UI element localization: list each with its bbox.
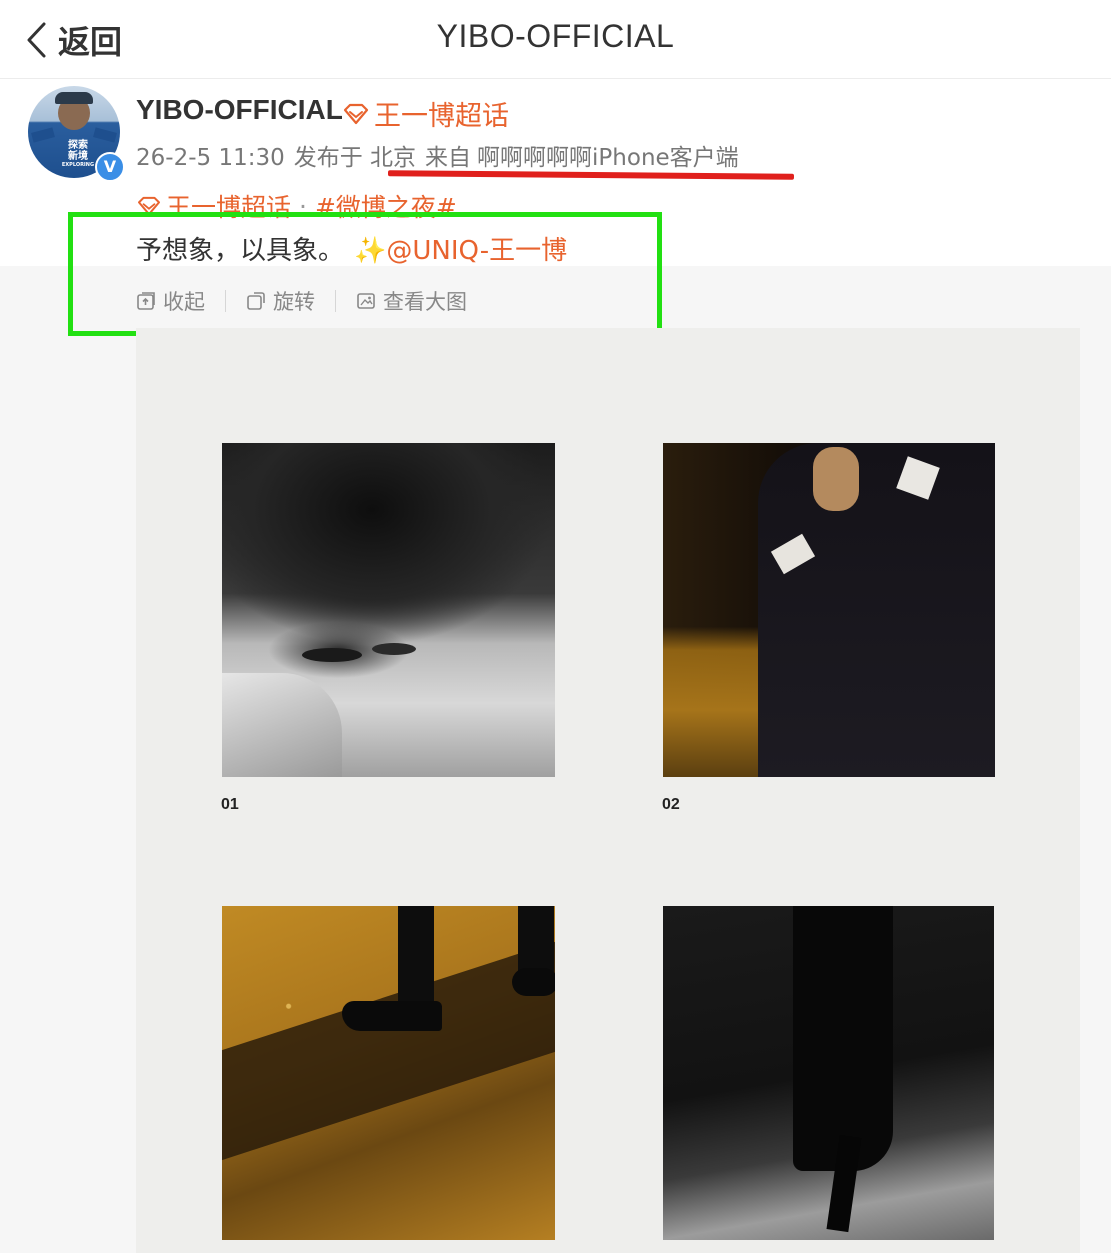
mention-link[interactable]: @UNIQ-王一博 <box>386 236 567 266</box>
post-location: 发布于 北京 <box>293 145 417 171</box>
view-large-icon <box>357 293 375 309</box>
post-time: 26-2-5 11:30 <box>136 145 285 171</box>
photo-02[interactable] <box>663 443 995 777</box>
view-large-button[interactable]: 查看大图 <box>356 286 467 316</box>
image-actions-bar: 收起 旋转 查看大图 <box>136 286 467 316</box>
avatar-shirt-text: 探索 新境 EXPLORING <box>58 140 98 168</box>
photo-03[interactable] <box>222 906 555 1240</box>
post-source-prefix: 来自 <box>425 145 472 171</box>
photo-detail <box>222 941 555 1161</box>
rotate-button[interactable]: 旋转 <box>246 286 315 316</box>
post-source[interactable]: 啊啊啊啊啊iPhone客户端 <box>477 145 739 171</box>
photo-caption-01: 01 <box>221 796 239 813</box>
photo-detail <box>302 648 362 662</box>
verified-badge-icon: V <box>95 152 125 182</box>
topic-supertopic-link[interactable]: 王一博超话 <box>166 188 291 224</box>
rotate-label: 旋转 <box>273 290 315 314</box>
collapse-icon <box>137 292 155 310</box>
photo-detail <box>758 443 995 777</box>
post-meta: 26-2-5 11:30 发布于 北京 来自 啊啊啊啊啊iPhone客户端 <box>136 138 739 172</box>
post-body: 予想象，以具象。 <box>136 236 345 266</box>
action-divider <box>335 290 336 312</box>
avatar-cap <box>55 92 93 104</box>
photo-01[interactable] <box>222 443 555 777</box>
photo-detail <box>813 447 859 511</box>
rotate-icon <box>247 292 265 310</box>
collapse-label: 收起 <box>163 290 205 314</box>
sparkle-emoji: ✨ <box>354 236 387 266</box>
avatar-shirt-subtext: EXPLORING <box>61 162 95 168</box>
action-divider <box>225 290 226 312</box>
topic-hashtag-link[interactable]: #微博之夜# <box>315 188 457 224</box>
page-title: YIBO-OFFICIAL <box>436 18 675 54</box>
topic-separator: · <box>299 191 307 221</box>
author-name[interactable]: YIBO-OFFICIAL <box>136 94 343 126</box>
view-large-label: 查看大图 <box>383 290 467 314</box>
photo-detail <box>342 1001 442 1031</box>
topic-line: 王一博超话 · #微博之夜# <box>136 188 457 224</box>
author-supertopic-link[interactable]: 王一博超话 <box>342 94 509 133</box>
collapse-button[interactable]: 收起 <box>136 286 205 316</box>
supertopic-gem-icon <box>343 103 369 124</box>
photo-detail <box>512 968 555 996</box>
photo-detail <box>372 643 416 655</box>
top-nav-bar: 返回 YIBO-OFFICIAL <box>0 0 1111 79</box>
avatar-shirt-line: 探索 新境 <box>68 140 88 162</box>
supertopic-gem-icon <box>138 196 160 216</box>
author-supertopic-label: 王一博超话 <box>374 101 509 132</box>
photo-04[interactable] <box>663 906 994 1240</box>
avatar-arm-left <box>31 127 55 143</box>
photo-detail <box>222 673 342 777</box>
post-text: 予想象，以具象。 ✨@UNIQ-王一博 <box>136 230 567 267</box>
photo-detail <box>793 906 893 1171</box>
photo-caption-02: 02 <box>662 796 680 813</box>
